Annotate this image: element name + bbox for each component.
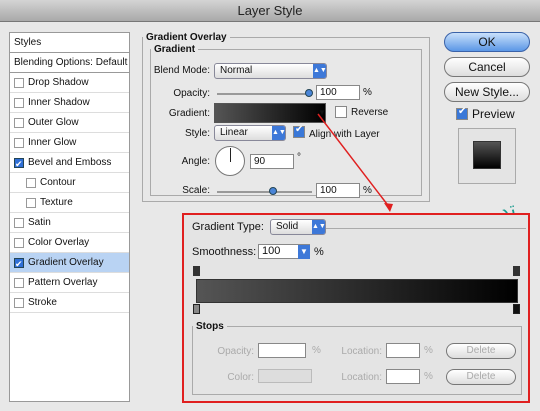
gradient-bar[interactable]	[196, 279, 518, 303]
opacity-location-percent: %	[424, 345, 433, 356]
color-stop-left[interactable]	[193, 304, 200, 314]
color-location-label: Location:	[341, 372, 382, 383]
gradient-editor: Gradient Type: Solid ▲▼ Smoothness: 100 ▼…	[182, 213, 530, 403]
preview-checkbox[interactable]	[456, 106, 468, 120]
opacity-location-label: Location:	[341, 346, 382, 357]
stop-opacity-field[interactable]	[258, 343, 306, 358]
gradient-type-value: Solid	[276, 221, 299, 232]
stop-color-label: Color:	[227, 372, 254, 383]
delete-color-stop-button[interactable]: Delete	[446, 369, 516, 385]
preview-label: Preview	[472, 107, 515, 121]
stop-color-swatch[interactable]	[258, 369, 312, 383]
gradient-type-select[interactable]: Solid ▲▼	[270, 219, 326, 235]
stop-opacity-label: Opacity:	[217, 346, 254, 357]
opacity-location-field[interactable]	[386, 343, 420, 358]
opacity-stop-left[interactable]	[193, 266, 200, 276]
smoothness-percent: %	[314, 246, 324, 258]
cancel-button[interactable]: Cancel	[444, 57, 530, 77]
chevron-down-icon: ▲▼	[312, 220, 326, 234]
opacity-stop-right[interactable]	[513, 266, 520, 276]
stop-opacity-percent: %	[312, 345, 321, 356]
smoothness-dropdown-icon[interactable]: ▼	[298, 245, 310, 259]
gradient-type-label: Gradient Type:	[192, 221, 264, 233]
new-style-button[interactable]: New Style...	[444, 82, 530, 102]
preview-thumbnail	[458, 128, 516, 184]
color-location-percent: %	[424, 371, 433, 382]
smoothness-label: Smoothness:	[192, 246, 257, 258]
stops-title: Stops	[196, 321, 224, 332]
delete-opacity-stop-button[interactable]: Delete	[446, 343, 516, 359]
color-location-field[interactable]	[386, 369, 420, 384]
ok-button[interactable]: OK	[444, 32, 530, 52]
color-stop-right[interactable]	[513, 304, 520, 314]
